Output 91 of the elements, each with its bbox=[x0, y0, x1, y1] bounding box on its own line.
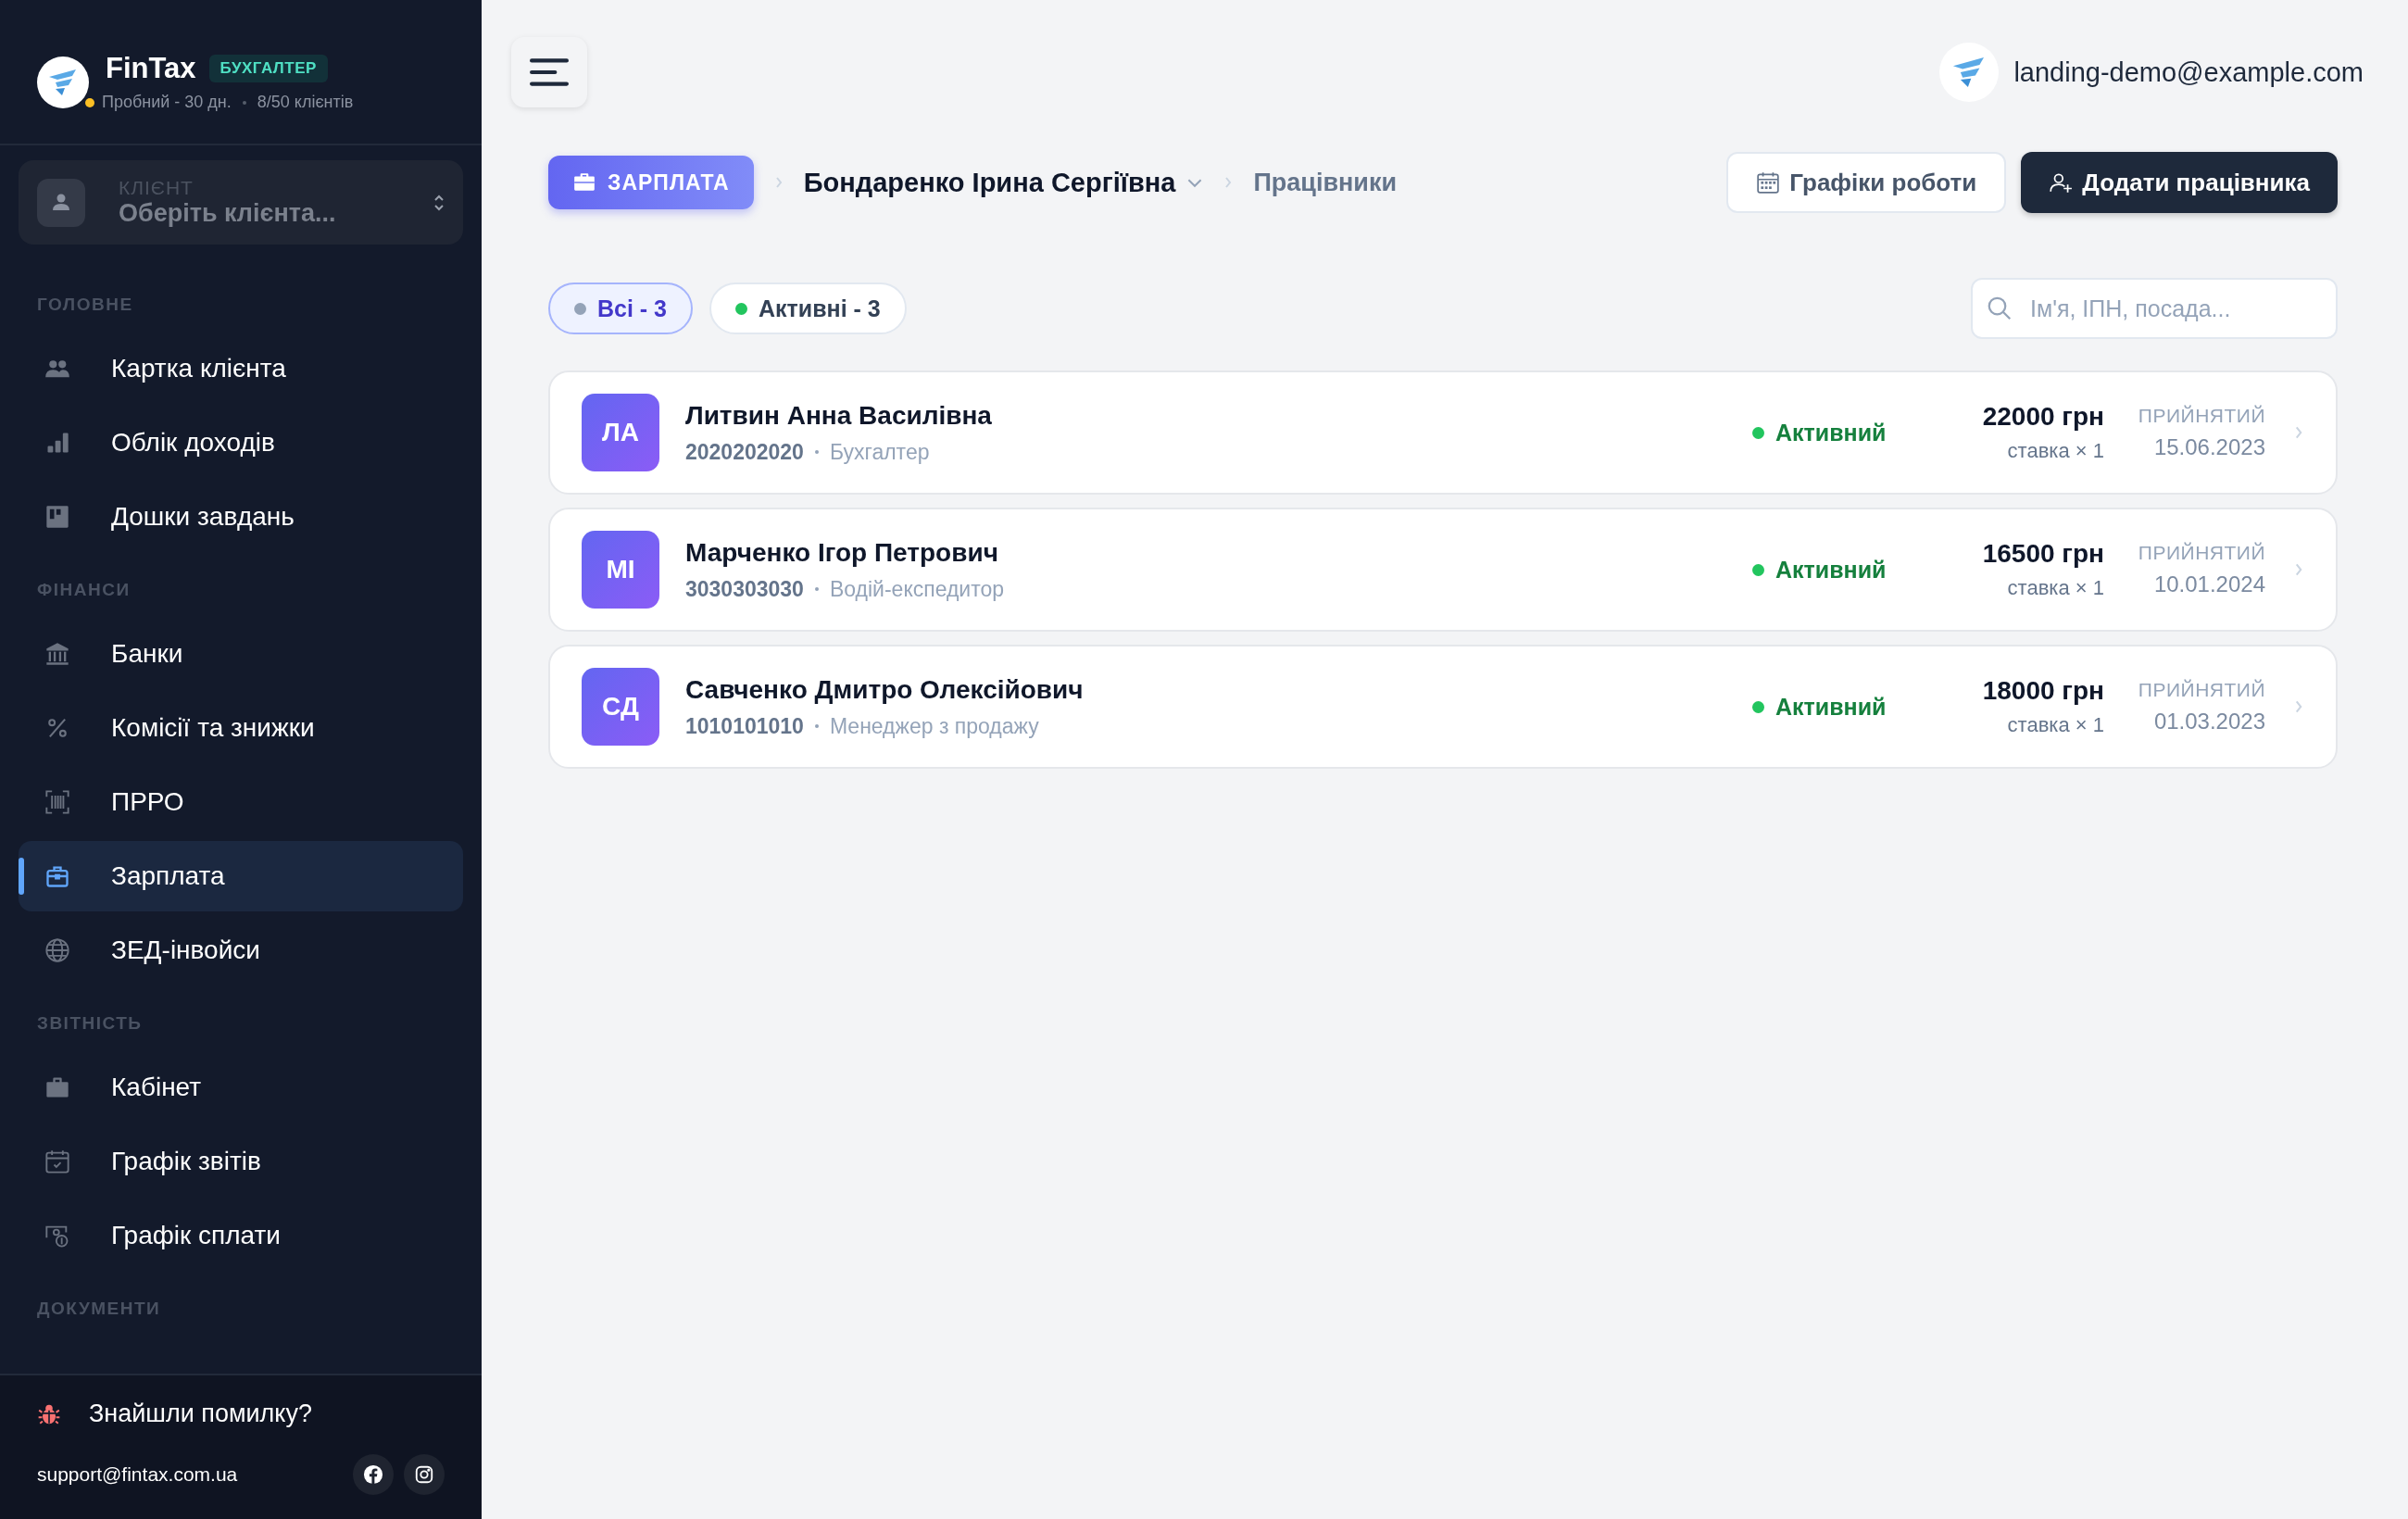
nav-item[interactable]: Графік сплати bbox=[19, 1200, 463, 1271]
user-icon bbox=[37, 178, 85, 227]
role-badge: БУХГАЛТЕР bbox=[208, 55, 328, 82]
status-text: Активний bbox=[1775, 556, 1887, 584]
filter-chip[interactable]: Активні - 3 bbox=[709, 282, 907, 334]
rate: ставка × 1 bbox=[2007, 713, 2104, 737]
avatar: СД bbox=[582, 668, 659, 746]
chevron-right-icon bbox=[2293, 424, 2304, 441]
client-dropdown[interactable]: Бондаренко Ірина Сергіївна bbox=[803, 167, 1204, 198]
chevron-right-icon bbox=[2293, 561, 2304, 578]
bug-report-link[interactable]: Знайшли помилку? bbox=[89, 1400, 312, 1428]
hired-date: 01.03.2023 bbox=[2153, 709, 2265, 734]
hired-label: ПРИЙНЯТИЙ bbox=[2138, 405, 2265, 427]
status-text: Активний bbox=[1775, 419, 1887, 446]
position: Бухгалтер bbox=[829, 439, 930, 465]
tax-id: 2020202020 bbox=[685, 439, 804, 465]
nav-item[interactable]: Банки bbox=[19, 619, 463, 689]
bank-icon bbox=[44, 641, 70, 667]
menu-button[interactable] bbox=[511, 37, 587, 107]
nav-item[interactable]: Картка клієнта bbox=[19, 333, 463, 404]
avatar: ЛА bbox=[582, 394, 659, 471]
section-heading: ГОЛОВНЕ bbox=[36, 295, 134, 315]
chevron-down-icon bbox=[1186, 177, 1204, 188]
chevron-right-icon bbox=[1223, 175, 1234, 190]
section-heading: ФІНАНСИ bbox=[36, 580, 132, 600]
position: Водій-експедитор bbox=[829, 576, 1005, 602]
hired-date: 10.01.2024 bbox=[2153, 571, 2265, 597]
tax-id: 3030303030 bbox=[685, 576, 804, 602]
employee-name: Литвин Анна Василівна bbox=[685, 400, 993, 431]
employee-card[interactable]: МІ Марченко Ігор Петрович 3030303030 Водій-експедитор Активний 16500 грн ставка × 1 ПРИЙНЯТИЙ 10.01.2024 bbox=[548, 508, 2338, 632]
instagram-button[interactable] bbox=[404, 1454, 445, 1495]
logo-icon bbox=[1939, 43, 2000, 102]
calendar-icon bbox=[1756, 170, 1781, 195]
nav-item[interactable]: Кабінет bbox=[19, 1052, 463, 1123]
breadcrumb-current: Працівники bbox=[1253, 168, 1398, 197]
salary: 22000 грн bbox=[1982, 402, 2104, 432]
separator-dot bbox=[242, 100, 246, 105]
separator-dot bbox=[814, 450, 819, 454]
employee-card[interactable]: ЛА Литвин Анна Василівна 2020202020 Бухгалтер Активний 22000 грн ставка × 1 ПРИЙНЯТИЙ 15.06.2023 bbox=[548, 370, 2338, 495]
avatar: МІ bbox=[582, 531, 659, 609]
employee-name: Марченко Ігор Петрович bbox=[685, 537, 999, 568]
barcode-icon bbox=[44, 789, 70, 815]
position: Менеджер з продажу bbox=[829, 713, 1039, 739]
nav-item[interactable]: ЗЕД-інвойси bbox=[19, 915, 463, 985]
status-dot bbox=[85, 97, 94, 107]
section-heading: ЗВІТНІСТЬ bbox=[36, 1013, 144, 1034]
app-name: FinTax bbox=[106, 52, 196, 85]
user-email[interactable]: landing-demo@example.com bbox=[2013, 56, 2364, 88]
board-icon bbox=[44, 504, 70, 530]
facebook-button[interactable] bbox=[353, 1454, 394, 1495]
menu-icon bbox=[530, 56, 569, 88]
clients-count: 8/50 клієнтів bbox=[257, 93, 354, 112]
nav-item[interactable]: Дошки завдань bbox=[19, 482, 463, 552]
plan-text: Пробний - 30 дн. bbox=[102, 93, 232, 112]
hired-label: ПРИЙНЯТИЙ bbox=[2138, 542, 2265, 564]
employee-name: Савченко Дмитро Олексійович bbox=[685, 674, 1085, 705]
section-heading: ДОКУМЕНТИ bbox=[36, 1299, 162, 1319]
employee-card[interactable]: СД Савченко Дмитро Олексійович 1010101010 Менеджер з продажу Активний 18000 грн ставка × 1 ПРИЙНЯТИЙ 01.03.2023 bbox=[548, 645, 2338, 769]
nav-item[interactable]: Зарплата bbox=[19, 841, 463, 911]
nav-item[interactable]: Комісії та знижки bbox=[19, 693, 463, 763]
nav-item[interactable]: Облік доходів bbox=[19, 408, 463, 478]
separator-dot bbox=[814, 724, 819, 728]
search-field[interactable]: Ім'я, ІПН, посада... bbox=[1971, 278, 2338, 339]
filter-chip[interactable]: Всі - 3 bbox=[548, 282, 694, 334]
facebook-icon bbox=[363, 1464, 383, 1485]
schedules-button[interactable]: Графіки роботи bbox=[1726, 152, 2007, 213]
status-dot bbox=[1752, 700, 1764, 713]
status-text: Активний bbox=[1775, 693, 1887, 721]
tax-id: 1010101010 bbox=[685, 713, 804, 739]
chevron-right-icon bbox=[773, 175, 784, 190]
instagram-icon bbox=[414, 1464, 434, 1485]
separator-dot bbox=[814, 587, 819, 591]
nav-item[interactable]: Графік звітів bbox=[19, 1126, 463, 1197]
salary: 16500 грн bbox=[1982, 539, 2104, 569]
module-badge[interactable]: ЗАРПЛАТА bbox=[548, 156, 754, 209]
globe-icon bbox=[44, 937, 70, 963]
status-dot bbox=[1752, 426, 1764, 439]
add-employee-button[interactable]: Додати працівника bbox=[2021, 152, 2338, 213]
calendar-icon bbox=[44, 1149, 70, 1174]
rate: ставка × 1 bbox=[2007, 576, 2104, 600]
support-email[interactable]: support@fintax.com.ua bbox=[37, 1463, 238, 1486]
search-icon bbox=[1986, 295, 2013, 322]
rate: ставка × 1 bbox=[2007, 439, 2104, 463]
logo-icon bbox=[37, 56, 89, 108]
salary: 18000 грн bbox=[1982, 676, 2104, 706]
status-dot bbox=[1752, 563, 1764, 576]
hired-label: ПРИЙНЯТИЙ bbox=[2138, 679, 2265, 701]
hired-date: 15.06.2023 bbox=[2153, 434, 2265, 460]
chevron-right-icon bbox=[2293, 698, 2304, 715]
chevron-up-down-icon bbox=[433, 193, 445, 212]
nav-item[interactable]: ПРРО bbox=[19, 767, 463, 837]
